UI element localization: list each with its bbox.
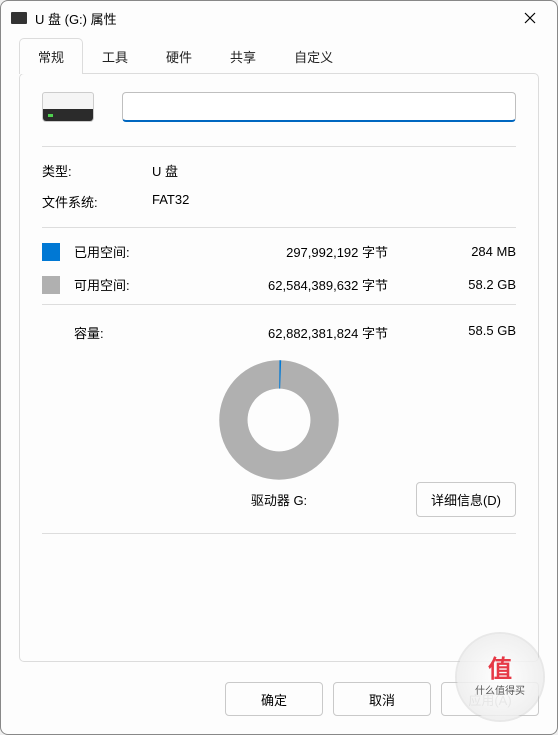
- volume-name-input[interactable]: [122, 92, 516, 122]
- free-swatch: [42, 276, 60, 294]
- filesystem-value: FAT32: [152, 192, 516, 211]
- properties-window: U 盘 (G:) 属性 常规 工具 硬件 共享 自定义 类型: U 盘 文件系统…: [0, 0, 558, 735]
- used-swatch: [42, 243, 60, 261]
- capacity-bytes: 62,882,381,824 字节: [172, 323, 418, 342]
- drive-label-row: 驱动器 G: 详细信息(D): [42, 490, 516, 509]
- type-label: 类型:: [42, 161, 152, 180]
- type-value: U 盘: [152, 161, 516, 180]
- volume-header: [42, 92, 516, 122]
- ok-button[interactable]: 确定: [225, 682, 323, 716]
- filesystem-label: 文件系统:: [42, 192, 152, 211]
- tab-customize[interactable]: 自定义: [275, 38, 352, 74]
- used-human: 284 MB: [426, 244, 516, 259]
- pie-chart-icon: [219, 360, 339, 480]
- capacity-row: 容量: 62,882,381,824 字节 58.5 GB: [42, 323, 516, 342]
- separator: [42, 227, 516, 228]
- general-panel: 类型: U 盘 文件系统: FAT32 已用空间: 297,992,192 字节…: [19, 73, 539, 662]
- used-label: 已用空间:: [74, 242, 164, 261]
- tab-general[interactable]: 常规: [19, 38, 83, 74]
- drive-label: 驱动器 G:: [251, 490, 307, 509]
- usage-chart: [42, 360, 516, 480]
- details-button[interactable]: 详细信息(D): [416, 482, 516, 517]
- close-button[interactable]: [507, 3, 553, 33]
- separator: [42, 146, 516, 147]
- cancel-button[interactable]: 取消: [333, 682, 431, 716]
- close-icon: [524, 12, 536, 24]
- dialog-footer: 确定 取消 应用(A): [1, 674, 557, 734]
- drive-icon: [11, 12, 27, 24]
- apply-button[interactable]: 应用(A): [441, 682, 539, 716]
- separator: [42, 533, 516, 534]
- capacity-human: 58.5 GB: [426, 323, 516, 342]
- tab-sharing[interactable]: 共享: [211, 38, 275, 74]
- volume-info: 类型: U 盘 文件系统: FAT32: [42, 161, 516, 211]
- tab-tools[interactable]: 工具: [83, 38, 147, 74]
- capacity-label: 容量:: [74, 323, 164, 342]
- space-grid: 已用空间: 297,992,192 字节 284 MB 可用空间: 62,584…: [42, 242, 516, 294]
- titlebar: U 盘 (G:) 属性: [1, 1, 557, 35]
- window-title: U 盘 (G:) 属性: [35, 9, 507, 28]
- tab-strip: 常规 工具 硬件 共享 自定义: [1, 35, 557, 73]
- free-bytes: 62,584,389,632 字节: [172, 275, 418, 294]
- drive-icon-large: [42, 92, 94, 122]
- tab-hardware[interactable]: 硬件: [147, 38, 211, 74]
- separator: [42, 304, 516, 305]
- used-bytes: 297,992,192 字节: [172, 242, 418, 261]
- free-human: 58.2 GB: [426, 277, 516, 292]
- free-label: 可用空间:: [74, 275, 164, 294]
